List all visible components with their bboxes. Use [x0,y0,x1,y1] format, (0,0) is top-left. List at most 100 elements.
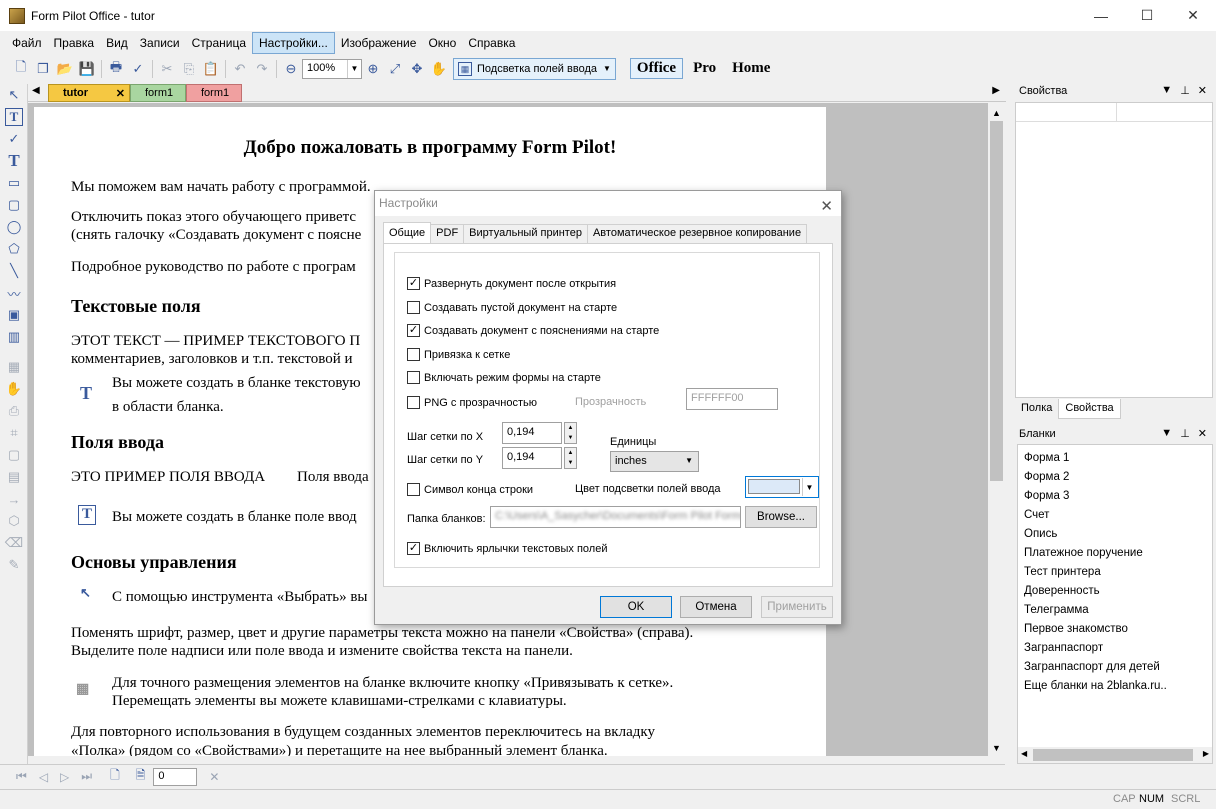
checkbox-box[interactable] [407,396,420,409]
select-tool-icon[interactable]: ↖ [0,84,28,106]
last-page-icon[interactable]: ⏭ [81,769,92,784]
prev-page-icon[interactable]: ◁ [39,770,48,784]
scroll-thumb[interactable] [990,121,1003,481]
list-item[interactable]: Доверенность [1018,582,1212,601]
list-item[interactable]: Телеграмма [1018,601,1212,620]
move-icon[interactable]: ✥ [406,58,428,80]
list-item[interactable]: Тест принтера [1018,563,1212,582]
paste-icon[interactable]: 📋 [200,58,222,80]
zoom-out-icon[interactable]: ⊖ [280,58,302,80]
shape-icon[interactable]: ⬡ [0,510,28,532]
hand-icon[interactable]: ✋ [0,378,28,400]
list-item[interactable]: Опись [1018,525,1212,544]
checkbox-box[interactable] [407,483,420,496]
fit-page-icon[interactable]: ⤢ [384,58,406,80]
arrow-up-icon[interactable]: ▲ [568,425,574,431]
mode-home-tab[interactable]: Home [726,59,776,78]
grid-icon[interactable]: ▦ [0,356,28,378]
first-page-icon[interactable]: ⏮ [16,769,27,784]
vertical-scrollbar[interactable]: ▲ ▼ [988,103,1005,756]
snap-to-grid-checkbox[interactable]: Привязка к сетке [407,348,510,361]
list-item[interactable]: Платежное поручение [1018,544,1212,563]
open-folder-icon[interactable]: 📂 [54,58,76,80]
forms-folder-input[interactable]: C:\Users\A_Sasycher\Documents\Form Pilot… [490,506,741,528]
list-item[interactable]: Загранпаспорт для детей [1018,658,1212,677]
ok-button[interactable]: OK [600,596,672,618]
checkbox-box[interactable]: ✓ [407,324,420,337]
list-item[interactable]: Форма 3 [1018,487,1212,506]
tabs-scroll-right-icon[interactable]: ▶ [992,85,1000,96]
grid-x-stepper[interactable]: ▲ ▼ [564,422,577,444]
checkbox-box[interactable]: ✓ [407,542,420,555]
list-item[interactable]: Загранпаспорт [1018,639,1212,658]
menu-file[interactable]: Файл [6,33,48,53]
arrow-right-icon[interactable]: → [0,488,28,510]
highlight-fields-button[interactable]: ▦ Подсветка полей ввода ▼ [453,57,616,80]
fill-icon[interactable]: ▤ [0,466,28,488]
line-tool-icon[interactable]: ╲ [0,260,28,282]
pencil-icon[interactable]: ✎ [0,554,28,576]
crop-icon[interactable]: ⌗ [0,422,28,444]
text-field-labels-checkbox[interactable]: ✓ Включить ярлычки текстовых полей [407,542,608,555]
close-icon[interactable]: ✕ [116,87,125,100]
page-number-input[interactable]: 0 [153,767,198,786]
menu-view[interactable]: Вид [100,33,134,53]
arrow-up-icon[interactable]: ▲ [568,450,574,456]
tab-general[interactable]: Общие [383,222,432,243]
mode-pro-tab[interactable]: Pro [687,59,722,78]
page-list-icon[interactable]: 🗎 [136,766,146,787]
grid-y-input[interactable]: 0,194 [502,447,562,469]
panel-menu-icon[interactable]: ▼ [1161,427,1172,440]
print-icon[interactable]: 🖶 [105,58,127,80]
cancel-button[interactable]: Отмена [680,596,752,618]
list-item[interactable]: Первое знакомство [1018,620,1212,639]
grid-x-input[interactable]: 0,194 [502,422,562,444]
tabs-scroll-left-icon[interactable]: ◀ [32,85,40,96]
checkbox-box[interactable] [407,348,420,361]
zoom-select[interactable]: 100% ▼ [302,58,362,79]
scroll-left-icon[interactable]: ◀ [1021,749,1027,758]
checkmark-tool-icon[interactable]: ✓ [0,128,28,150]
text-tool-icon[interactable]: T [0,150,28,172]
tab-shelf[interactable]: Полка [1015,399,1058,419]
tab-tutor[interactable]: tutor ✕ [48,84,130,102]
empty-document-checkbox[interactable]: Создавать пустой документ на старте [407,301,617,314]
menu-image[interactable]: Изображение [335,33,423,53]
hand-icon[interactable]: ✋ [428,58,450,80]
menu-window[interactable]: Окно [422,33,462,53]
tutorial-document-checkbox[interactable]: ✓ Создавать документ с пояснениями на ста… [407,324,659,337]
arrow-down-icon[interactable]: ▼ [568,460,574,466]
rounded-rect-tool-icon[interactable]: ▢ [0,194,28,216]
maximize-button[interactable]: ☐ [1124,0,1170,31]
pin-icon[interactable]: ⊥ [1180,427,1190,440]
minimize-button[interactable]: — [1078,0,1124,31]
copy-icon[interactable]: ⎘ [178,58,200,80]
polygon-tool-icon[interactable]: ⬠ [0,238,28,260]
image-tool-icon[interactable]: ▣ [0,304,28,326]
tab-auto-backup[interactable]: Автоматическое резервное копирование [586,224,808,243]
mode-office-tab[interactable]: Office [629,58,684,79]
tab-form1-second[interactable]: form1 [186,84,242,102]
png-transparency-checkbox[interactable]: PNG с прозрачностью [407,396,537,409]
tab-pdf[interactable]: PDF [430,224,465,243]
tab-form1[interactable]: form1 [130,84,186,102]
close-icon[interactable]: ✕ [820,194,833,219]
rectangle-tool-icon[interactable]: ▭ [0,172,28,194]
menu-help[interactable]: Справка [462,33,521,53]
cut-icon[interactable]: ✂ [156,58,178,80]
stamp-icon[interactable]: ⎙ [0,400,28,422]
scroll-down-icon[interactable]: ▼ [992,743,1001,753]
scroll-right-icon[interactable]: ▶ [1203,749,1209,758]
menu-settings[interactable]: Настройки... [252,32,335,54]
scroll-up-icon[interactable]: ▲ [992,108,1001,118]
horizontal-scrollbar[interactable]: ◀ ▶ [1018,747,1212,763]
list-item[interactable]: Форма 1 [1018,449,1212,468]
spellcheck-icon[interactable]: ✓ [127,58,149,80]
close-button[interactable]: ✕ [1170,0,1216,31]
curve-tool-icon[interactable]: 〰 [0,282,28,304]
units-select[interactable]: inches ▼ [610,451,699,472]
tab-properties[interactable]: Свойства [1058,399,1121,419]
menu-page[interactable]: Страница [186,33,252,53]
list-item[interactable]: Счет [1018,506,1212,525]
eraser-icon[interactable]: ⌫ [0,532,28,554]
